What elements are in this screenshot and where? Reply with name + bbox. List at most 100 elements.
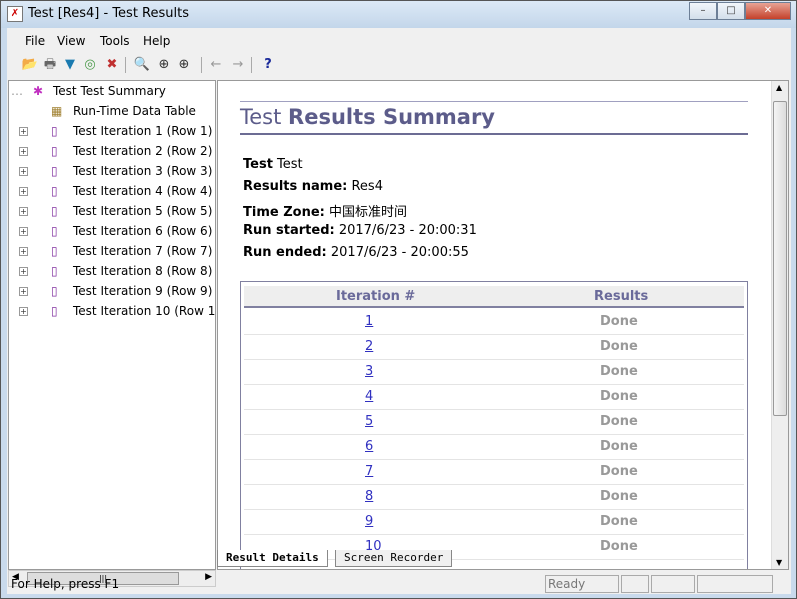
tree-root[interactable]: … ✱ Test Test Summary: [9, 82, 215, 102]
tree-item-iteration[interactable]: + ▯ Test Iteration 7 (Row 7): [9, 242, 215, 262]
tab-result-details[interactable]: Result Details: [217, 550, 328, 567]
table-row: 7 Done: [244, 460, 744, 485]
tree-item-iteration[interactable]: + ▯ Test Iteration 5 (Row 5): [9, 202, 215, 222]
test-summary-icon: ✱: [33, 84, 44, 98]
iteration-icon: ▯: [51, 284, 58, 298]
menu-help[interactable]: Help: [143, 34, 170, 48]
scroll-thumb[interactable]: [773, 101, 787, 416]
expand-icon[interactable]: +: [19, 227, 28, 236]
tree-item-label: Test Iteration 4 (Row 4): [73, 184, 213, 198]
iteration-link[interactable]: 8: [365, 489, 373, 504]
expand-icon[interactable]: +: [19, 147, 28, 156]
tree-item-data-table[interactable]: ▦ Run-Time Data Table: [9, 102, 215, 122]
result-status: Done: [600, 464, 638, 479]
iteration-icon: ▯: [51, 164, 58, 178]
tree-item-label: Test Iteration 5 (Row 5): [73, 204, 213, 218]
iteration-link[interactable]: 7: [365, 464, 373, 479]
tree-item-iteration[interactable]: + ▯ Test Iteration 2 (Row 2): [9, 142, 215, 162]
tree-item-iteration[interactable]: + ▯ Test Iteration 10 (Row 10): [9, 302, 216, 322]
summary-field: Run ended: 2017/6/23 - 20:00:55: [243, 245, 469, 260]
result-status: Done: [600, 514, 638, 529]
status-ready: Ready: [545, 575, 619, 593]
summary-field: Run started: 2017/6/23 - 20:00:31: [243, 223, 477, 238]
iteration-link[interactable]: 4: [365, 389, 373, 404]
tree-item-label: Test Iteration 3 (Row 3): [73, 164, 213, 178]
print-icon[interactable]: 🖶: [41, 56, 59, 74]
minimize-button[interactable]: –: [689, 2, 717, 20]
expand-icon[interactable]: +: [19, 187, 28, 196]
result-status: Done: [600, 339, 638, 354]
menu-bar: File View Tools Help: [7, 30, 791, 52]
field-label: Run started:: [243, 223, 335, 238]
next-node-icon[interactable]: ⊕: [175, 56, 193, 74]
preview-icon[interactable]: 🔍: [133, 56, 151, 74]
field-value: Test: [272, 157, 303, 172]
results-tree: … ✱ Test Test Summary ▦ Run-Time Data Tab…: [8, 80, 216, 570]
iteration-link[interactable]: 5: [365, 414, 373, 429]
tree-item-label: Test Iteration 2 (Row 2): [73, 144, 213, 158]
table-header: Iteration # Results: [244, 286, 744, 308]
find-icon[interactable]: ◎: [81, 56, 99, 74]
tree-item-label: Run-Time Data Table: [73, 104, 196, 118]
iteration-link[interactable]: 1: [365, 314, 373, 329]
field-label: Run ended:: [243, 245, 327, 260]
field-value: 2017/6/23 - 20:00:55: [326, 245, 469, 260]
summary-field: Results name: Res4: [243, 179, 383, 194]
expand-icon[interactable]: +: [19, 127, 28, 136]
tree-item-iteration[interactable]: + ▯ Test Iteration 1 (Row 1): [9, 122, 215, 142]
tree-item-iteration[interactable]: + ▯ Test Iteration 6 (Row 6): [9, 222, 215, 242]
filter-icon[interactable]: ▼: [61, 56, 79, 74]
summary-vertical-scrollbar[interactable]: ▲ ▼: [771, 81, 788, 569]
expand-icon[interactable]: +: [19, 287, 28, 296]
previous-node-icon[interactable]: ⊕: [155, 56, 173, 74]
page-title: Test Results Summary: [240, 105, 495, 129]
menu-file[interactable]: File: [25, 34, 45, 48]
expand-icon[interactable]: +: [19, 247, 28, 256]
result-status: Done: [600, 364, 638, 379]
result-status: Done: [600, 539, 638, 554]
iteration-link[interactable]: 2: [365, 339, 373, 354]
delete-results-icon[interactable]: ✖: [103, 56, 121, 74]
close-button[interactable]: ✕: [745, 2, 791, 20]
table-row: 6 Done: [244, 435, 744, 460]
summary-field: Test Test: [243, 157, 303, 172]
table-row: 8 Done: [244, 485, 744, 510]
expand-icon[interactable]: +: [19, 307, 28, 316]
tree-item-label: Test Iteration 10 (Row 10): [73, 304, 216, 318]
header-iteration: Iteration #: [336, 289, 416, 304]
result-status: Done: [600, 389, 638, 404]
tree-item-iteration[interactable]: + ▯ Test Iteration 8 (Row 8): [9, 262, 215, 282]
back-icon[interactable]: ←: [207, 56, 225, 74]
window-title: Test [Res4] - Test Results: [28, 6, 189, 21]
result-status: Done: [600, 489, 638, 504]
iteration-link[interactable]: 3: [365, 364, 373, 379]
iteration-icon: ▯: [51, 184, 58, 198]
iteration-link[interactable]: 6: [365, 439, 373, 454]
tree-item-iteration[interactable]: + ▯ Test Iteration 9 (Row 9): [9, 282, 215, 302]
iterations-table: Iteration # Results 1 Done 2 Done 3 Done 4 Done…: [240, 281, 748, 569]
table-row: 4 Done: [244, 385, 744, 410]
iteration-icon: ▯: [51, 144, 58, 158]
forward-icon[interactable]: →: [229, 56, 247, 74]
field-label: Time Zone:: [243, 205, 325, 220]
expand-icon[interactable]: +: [19, 267, 28, 276]
open-icon[interactable]: 📂: [21, 56, 39, 74]
expand-icon[interactable]: +: [19, 207, 28, 216]
tab-screen-recorder[interactable]: Screen Recorder: [335, 550, 453, 567]
table-row: 1 Done: [244, 310, 744, 335]
help-icon[interactable]: ?: [259, 56, 277, 74]
menu-view[interactable]: View: [57, 34, 85, 48]
status-bar: For Help, press F1 Ready: [7, 574, 791, 594]
field-value: 2017/6/23 - 20:00:31: [334, 223, 477, 238]
iteration-link[interactable]: 9: [365, 514, 373, 529]
tree-item-iteration[interactable]: + ▯ Test Iteration 4 (Row 4): [9, 182, 215, 202]
expand-icon[interactable]: +: [19, 167, 28, 176]
status-cell: [651, 575, 695, 593]
maximize-button[interactable]: □: [717, 2, 745, 20]
tree-item-iteration[interactable]: + ▯ Test Iteration 3 (Row 3): [9, 162, 215, 182]
menu-tools[interactable]: Tools: [100, 34, 130, 48]
status-cell: [697, 575, 773, 593]
toolbar: 📂 🖶 ▼ ◎ ✖ 🔍 ⊕ ⊕ ← →?: [7, 53, 787, 77]
iteration-icon: ▯: [51, 264, 58, 278]
field-value: 中国标准时间: [324, 205, 407, 220]
